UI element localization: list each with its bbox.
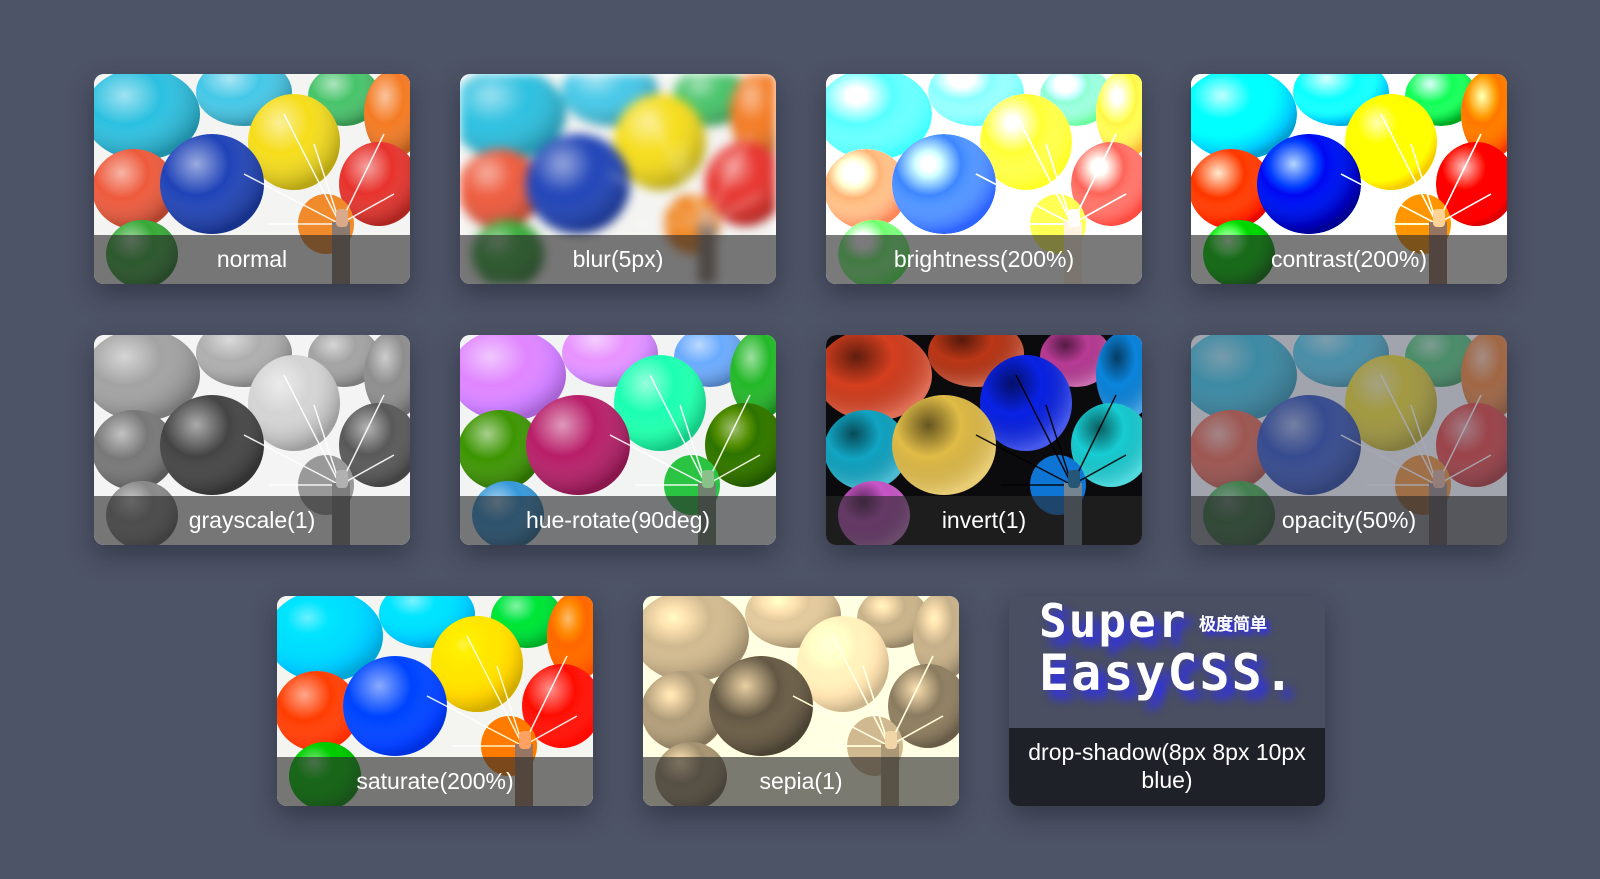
filter-caption: grayscale(1) [94, 496, 410, 545]
filter-caption: sepia(1) [643, 757, 959, 806]
filter-caption: blur(5px) [460, 235, 776, 284]
easycss-logo: Super 极度简单 EasyCSS. [1009, 596, 1325, 728]
filter-card-normal: normal [94, 74, 410, 284]
filter-card-saturate: saturate(200%) [277, 596, 593, 806]
filter-card-grayscale: grayscale(1) [94, 335, 410, 545]
filter-card-drop-shadow: Super 极度简单 EasyCSS. drop-shadow(8px 8px … [1009, 596, 1325, 806]
filter-card-sepia: sepia(1) [643, 596, 959, 806]
filter-card-blur: blur(5px) [460, 74, 776, 284]
filter-caption: opacity(50%) [1191, 496, 1507, 545]
logo-line-1: Super [1039, 596, 1188, 648]
filter-caption: hue-rotate(90deg) [460, 496, 776, 545]
logo-subtitle: 极度简单 [1199, 615, 1267, 634]
filter-caption: normal [94, 235, 410, 284]
filter-card-contrast: contrast(200%) [1191, 74, 1507, 284]
filter-caption: invert(1) [826, 496, 1142, 545]
logo-line-2: EasyCSS. [1039, 644, 1296, 702]
filter-card-hue-rotate: hue-rotate(90deg) [460, 335, 776, 545]
filter-caption: contrast(200%) [1191, 235, 1507, 284]
filter-card-invert: invert(1) [826, 335, 1142, 545]
filter-caption: drop-shadow(8px 8px 10px blue) [1009, 728, 1325, 806]
filter-caption: brightness(200%) [826, 235, 1142, 284]
filter-card-opacity: opacity(50%) [1191, 335, 1507, 545]
filter-card-brightness: brightness(200%) [826, 74, 1142, 284]
filter-caption: saturate(200%) [277, 757, 593, 806]
